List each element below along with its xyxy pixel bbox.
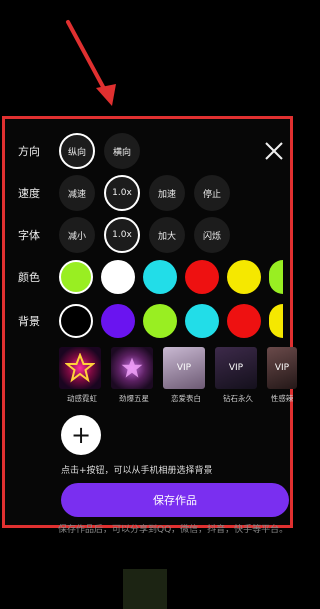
direction-landscape-button[interactable]: 横向 [104,133,140,169]
font-larger-button[interactable]: 加大 [149,217,185,253]
background-swatch[interactable] [227,304,261,338]
thumb-caption: 性感辣 [270,394,294,403]
diamond-image: VIP [215,347,257,389]
sexy-image: VIP [267,347,297,389]
direction-row: 方向 纵向 横向 [5,131,149,171]
background-thumb[interactable]: VIP 恋爱表白 [163,347,209,404]
background-row: 背景 [5,301,283,341]
speed-fast-button[interactable]: 加速 [149,175,185,211]
decorative-shape [123,569,167,609]
background-thumb[interactable]: VIP 钻石永久 [215,347,261,404]
vip-badge: VIP [176,363,192,373]
close-icon[interactable] [262,139,286,163]
thumb-caption: 劲爆五星 [119,394,149,403]
save-button[interactable]: 保存作品 [61,483,289,517]
color-swatch[interactable] [59,260,93,294]
color-label: 颜色 [18,271,40,284]
background-thumb[interactable]: 动感霓虹 [59,347,105,404]
font-normal-button[interactable]: 1.0x [104,217,140,253]
color-swatch[interactable] [101,260,135,294]
neon-star-image [59,347,101,389]
speed-normal-button[interactable]: 1.0x [104,175,140,211]
font-label: 字体 [18,229,40,242]
add-hint-text: 点击+按钮，可以从手机相册选择背景 [61,466,213,476]
plus-icon: + [70,421,92,449]
vip-badge: VIP [274,363,290,373]
color-swatch[interactable] [185,260,219,294]
color-row: 颜色 [5,257,283,297]
background-thumb[interactable]: VIP 性感辣 [267,347,297,404]
star-icon [121,357,143,378]
background-thumb[interactable]: 劲爆五星 [111,347,157,404]
thumb-caption: 恋爱表白 [171,394,201,403]
speed-slow-button[interactable]: 减速 [59,175,95,211]
background-swatch[interactable] [269,304,283,338]
star-icon [65,353,95,383]
speed-stop-button[interactable]: 停止 [194,175,230,211]
add-background-button[interactable]: + [61,415,101,455]
vip-badge: VIP [228,363,244,373]
background-swatch[interactable] [101,304,135,338]
color-swatch[interactable] [143,260,177,294]
text-settings-panel: 方向 纵向 横向 速度 减速 1.0x 加速 停止 字体 减小 1.0x 加大 … [2,116,297,609]
color-swatch[interactable] [227,260,261,294]
background-thumbnails: 动感霓虹 劲爆五星 VIP 恋爱表白 VIP 钻石永久 VIP 性感辣 [59,347,297,404]
background-swatch[interactable] [143,304,177,338]
speed-row: 速度 减速 1.0x 加速 停止 [5,173,239,213]
font-blink-button[interactable]: 闪烁 [194,217,230,253]
thumb-caption: 动感霓虹 [67,394,97,403]
romance-image: VIP [163,347,205,389]
font-smaller-button[interactable]: 减小 [59,217,95,253]
color-swatch[interactable] [269,260,283,294]
direction-portrait-button[interactable]: 纵向 [59,133,95,169]
speed-label: 速度 [18,187,40,200]
background-label: 背景 [18,315,40,328]
five-star-image [111,347,153,389]
footer-hint: 保存作品后，可以分享到QQ，微信，抖音，快手等平台。 [58,525,289,535]
annotation-arrow [66,20,116,106]
background-swatch[interactable] [185,304,219,338]
thumb-caption: 钻石永久 [223,394,253,403]
background-swatch[interactable] [59,304,93,338]
font-row: 字体 减小 1.0x 加大 闪烁 [5,215,239,255]
direction-label: 方向 [18,145,40,158]
